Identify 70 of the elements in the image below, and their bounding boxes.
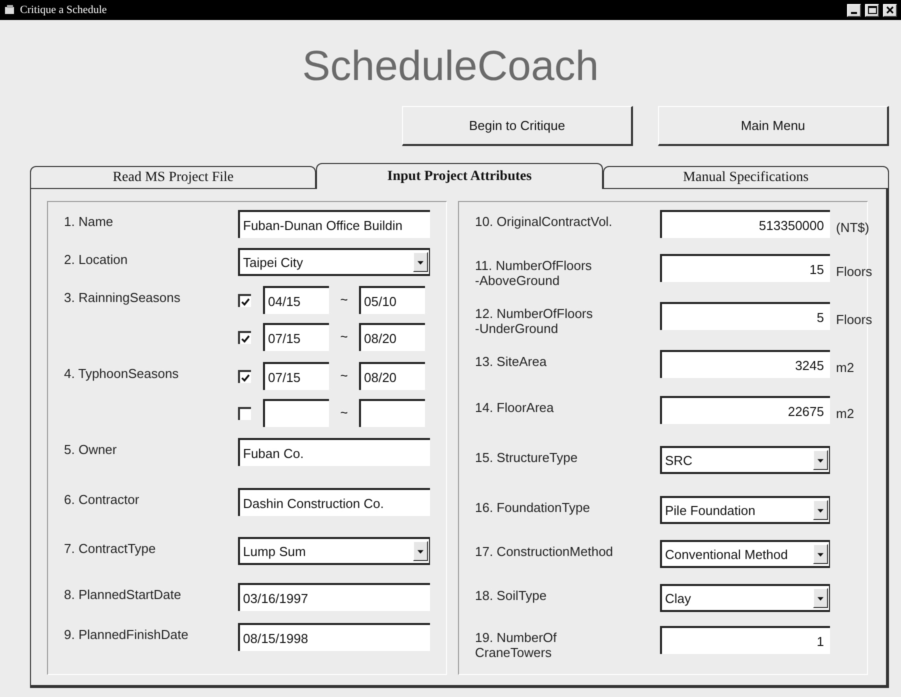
date-field[interactable]: 08/20: [359, 362, 425, 390]
range-separator: ~: [339, 291, 349, 309]
range-separator: ~: [339, 404, 349, 422]
field-label: 13. SiteArea: [475, 353, 548, 369]
date-field[interactable]: 04/15: [263, 286, 329, 314]
unit-label: Floors: [836, 263, 872, 279]
field-label: 19. NumberOf CraneTowers: [475, 629, 558, 660]
unit-label: Floors: [836, 311, 872, 327]
app-icon: [4, 5, 16, 15]
field-label: 8. PlannedStartDate: [64, 586, 182, 602]
number-field[interactable]: 1: [660, 626, 830, 654]
tab[interactable]: Input Project Attributes: [316, 163, 603, 189]
dropdown[interactable]: Pile Foundation: [660, 496, 830, 524]
tab[interactable]: Manual Specifications: [602, 166, 889, 189]
unit-label: (NT$): [836, 219, 870, 235]
date-field[interactable]: 05/10: [359, 286, 425, 314]
number-field[interactable]: 3245: [660, 350, 830, 378]
field-label: 15. StructureType: [475, 449, 579, 465]
field-label: 17. ConstructionMethod: [475, 543, 614, 559]
dropdown[interactable]: Lump Sum: [238, 537, 430, 565]
window-title: Critique a Schedule: [20, 4, 108, 16]
dropdown[interactable]: Taipei City: [238, 248, 430, 276]
number-field[interactable]: 15: [660, 254, 830, 282]
number-field[interactable]: 513350000: [660, 210, 830, 238]
field-label: 2. Location: [64, 251, 129, 267]
checkbox[interactable]: [238, 294, 251, 307]
number-field[interactable]: 5: [660, 302, 830, 330]
dropdown[interactable]: Conventional Method: [660, 540, 830, 568]
field-label: 3. RainningSeasons: [64, 289, 182, 305]
text-field[interactable]: Fuban-Dunan Office Buildin: [238, 210, 430, 238]
text-field[interactable]: 03/16/1997: [238, 583, 430, 611]
unit-label: m2: [836, 359, 854, 375]
action-button[interactable]: Main Menu: [658, 106, 889, 146]
date-field[interactable]: [359, 399, 425, 427]
text-field[interactable]: Dashin Construction Co.: [238, 488, 430, 516]
date-field[interactable]: 07/15: [263, 323, 329, 351]
field-label: 14. FloorArea: [475, 399, 555, 415]
field-label: 18. SoilType: [475, 587, 548, 603]
checkbox[interactable]: [238, 370, 251, 383]
field-label: 5. Owner: [64, 441, 118, 457]
field-label: 12. NumberOfFloors -UnderGround: [475, 305, 594, 336]
close-icon: [886, 6, 894, 14]
number-field[interactable]: 22675: [660, 396, 830, 424]
checkbox[interactable]: [238, 407, 251, 420]
field-label: 1. Name: [64, 213, 114, 229]
checkbox[interactable]: [238, 331, 251, 344]
field-label: 7. ContractType: [64, 540, 157, 556]
date-field[interactable]: [263, 399, 329, 427]
minimize-button[interactable]: [847, 4, 861, 16]
field-label: 6. Contractor: [64, 491, 140, 507]
text-field[interactable]: Fuban Co.: [238, 438, 430, 466]
date-field[interactable]: 07/15: [263, 362, 329, 390]
unit-label: m2: [836, 405, 854, 421]
dropdown[interactable]: SRC: [660, 446, 830, 474]
field-label: 16. FoundationType: [475, 499, 591, 515]
action-button[interactable]: Begin to Critique: [402, 106, 633, 146]
field-label: 11. NumberOfFloors -AboveGround: [475, 257, 593, 288]
maximize-button[interactable]: [865, 4, 879, 16]
date-field[interactable]: 08/20: [359, 323, 425, 351]
range-separator: ~: [339, 367, 349, 385]
app-title: ScheduleCoach: [301, 41, 600, 91]
field-label: 4. TyphoonSeasons: [64, 365, 180, 381]
dropdown[interactable]: Clay: [660, 584, 830, 612]
range-separator: ~: [339, 328, 349, 346]
maximize-icon: [868, 6, 876, 14]
tab[interactable]: Read MS Project File: [30, 166, 316, 189]
field-label: 10. OriginalContractVol.: [475, 213, 614, 229]
field-label: 9. PlannedFinishDate: [64, 626, 190, 642]
close-button[interactable]: [883, 4, 897, 16]
text-field[interactable]: 08/15/1998: [238, 623, 430, 651]
